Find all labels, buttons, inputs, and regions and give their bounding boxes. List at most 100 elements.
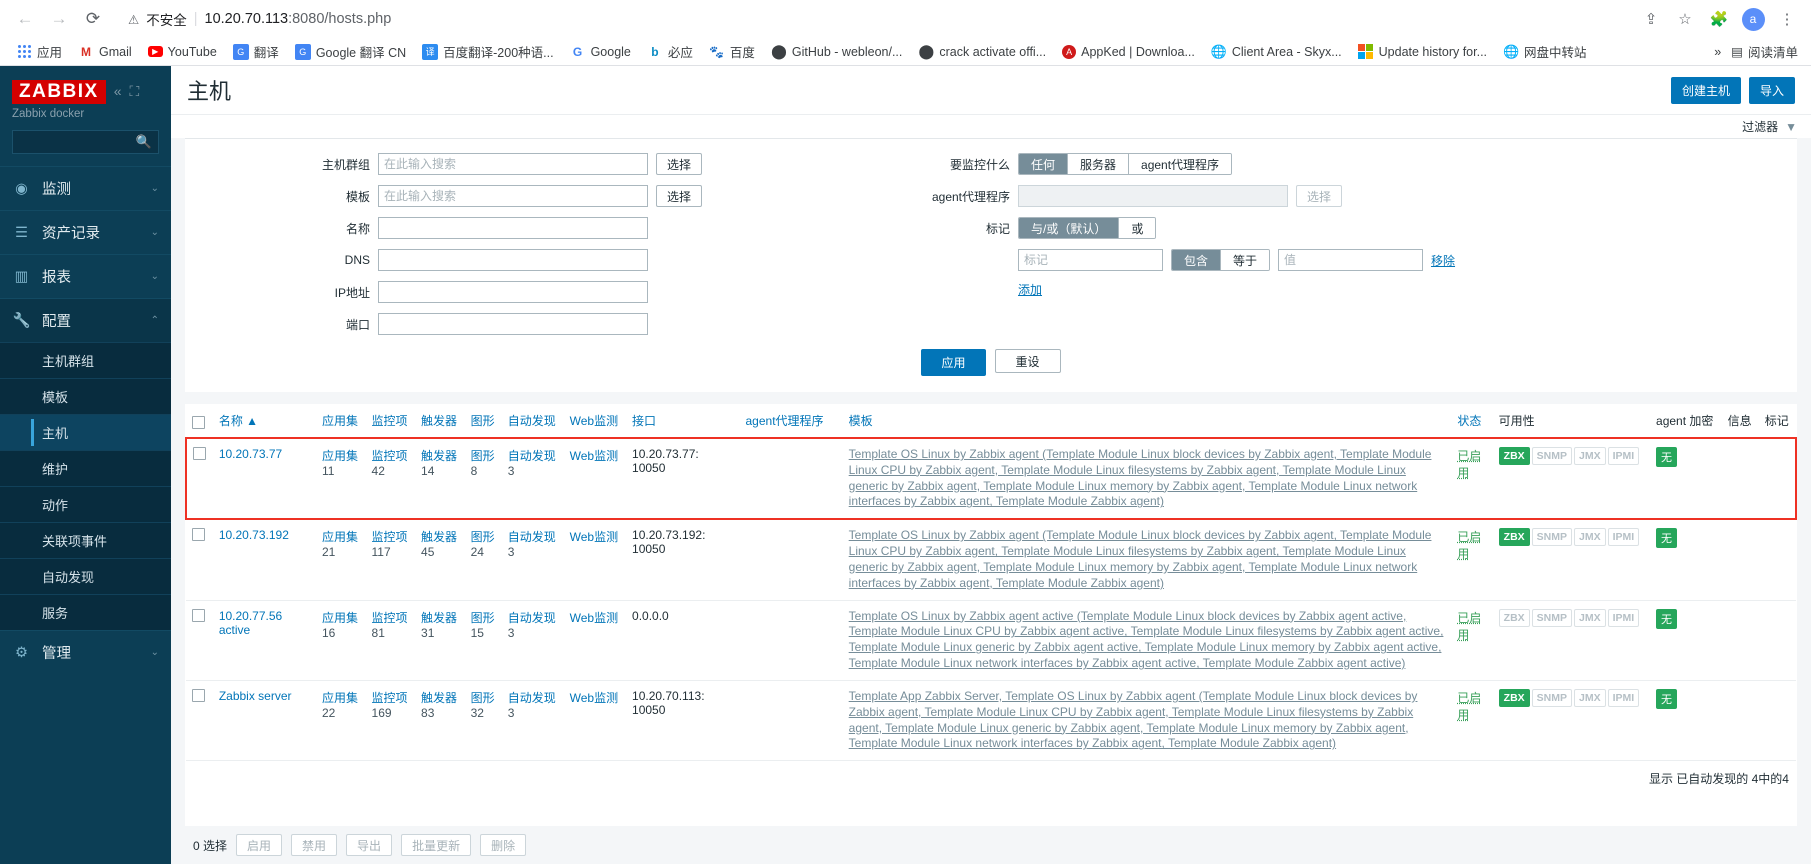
monitored-by-option-server[interactable]: 服务器 (1067, 154, 1129, 174)
sidebar-item-monitoring[interactable]: ◉ 监测 ⌄ (0, 166, 171, 210)
bookmark-bing[interactable]: b 必应 (640, 39, 700, 64)
ip-input[interactable] (378, 281, 648, 303)
sidebar-item-templates[interactable]: 模板 (0, 378, 171, 414)
zabbix-logo[interactable]: ZABBIX (12, 80, 106, 104)
status-badge[interactable]: 已启用 (1457, 611, 1481, 642)
bookmark-netdisk[interactable]: 🌐 网盘中转站 (1496, 39, 1594, 64)
tags-operator-or[interactable]: 或 (1118, 218, 1156, 238)
sidebar-item-host-groups[interactable]: 主机群组 (0, 342, 171, 378)
bookmark-baidu[interactable]: 🐾 百度 (702, 39, 762, 64)
web-link[interactable]: Web监测 (570, 691, 618, 705)
template-select-button[interactable]: 选择 (656, 185, 703, 207)
status-badge[interactable]: 已启用 (1457, 691, 1481, 722)
sidebar-item-discovery[interactable]: 自动发现 (0, 558, 171, 594)
availability-ipmi[interactable]: IPMI (1607, 447, 1640, 466)
web-link[interactable]: Web监测 (570, 611, 618, 625)
templates-text[interactable]: Template OS Linux by Zabbix agent active… (849, 609, 1444, 670)
host-name-link[interactable]: 10.20.77.56 active (219, 609, 282, 637)
reading-list-button[interactable]: ▤ 阅读清单 (1731, 42, 1798, 61)
tags-operator-andor[interactable]: 与/或（默认） (1019, 218, 1119, 238)
availability-jmx[interactable]: JMX (1574, 608, 1606, 627)
table-row[interactable]: Zabbix server 应用集 22 监控项 169 触发器 83 图形 3… (186, 680, 1796, 762)
discovery-link[interactable]: 自动发现 (508, 611, 556, 625)
search-input[interactable] (19, 134, 136, 150)
templates-text[interactable]: Template OS Linux by Zabbix agent (Templ… (849, 447, 1432, 508)
import-button[interactable]: 导入 (1748, 76, 1795, 104)
funnel-icon[interactable]: ▼ (1785, 120, 1797, 134)
expand-sidebar-icon[interactable]: ⛶ (130, 83, 140, 100)
availability-jmx[interactable]: JMX (1574, 447, 1606, 466)
availability-snmp[interactable]: SNMP (1531, 447, 1572, 466)
triggers-link[interactable]: 触发器 (421, 449, 457, 463)
sidebar-item-configuration[interactable]: 🔧 配置 ⌃ (0, 298, 171, 342)
availability-ipmi[interactable]: IPMI (1607, 528, 1640, 547)
tag-add-link[interactable]: 添加 (1018, 281, 1042, 298)
status-badge[interactable]: 已启用 (1457, 530, 1481, 561)
triggers-link[interactable]: 触发器 (421, 611, 457, 625)
monitored-by-option-any[interactable]: 任何 (1019, 154, 1068, 174)
puzzle-icon[interactable]: 🧩 (1705, 5, 1733, 33)
applications-link[interactable]: 应用集 (322, 611, 358, 625)
apply-button[interactable]: 应用 (921, 349, 986, 376)
row-checkbox[interactable] (192, 528, 205, 542)
bookmark-client-area[interactable]: 🌐 Client Area - Skyx... (1204, 41, 1349, 63)
bookmark-gmail[interactable]: M Gmail (71, 41, 139, 63)
templates-text[interactable]: Template OS Linux by Zabbix agent (Templ… (849, 528, 1432, 589)
sidebar-item-actions[interactable]: 动作 (0, 486, 171, 522)
filter-tab[interactable]: 过滤器 (1742, 118, 1778, 135)
monitored-by-option-proxy[interactable]: agent代理程序 (1128, 154, 1232, 174)
bookmarks-overflow-button[interactable]: » (1714, 45, 1721, 59)
bookmark-github-crack[interactable]: ⬤ crack activate offi... (911, 41, 1053, 63)
graphs-link[interactable]: 图形 (471, 530, 495, 544)
triggers-link[interactable]: 触发器 (421, 691, 457, 705)
port-input[interactable] (378, 313, 648, 335)
reload-icon[interactable]: ⟳ (78, 4, 108, 34)
table-row[interactable]: 10.20.77.56 active 应用集 16 监控项 81 触发器 31 … (186, 600, 1796, 681)
share-icon[interactable]: ⇪ (1637, 5, 1665, 33)
template-input[interactable] (378, 185, 648, 207)
sidebar-item-inventory[interactable]: ☰ 资产记录 ⌄ (0, 210, 171, 254)
discovery-link[interactable]: 自动发现 (508, 449, 556, 463)
enable-button[interactable]: 启用 (236, 834, 283, 856)
triggers-link[interactable]: 触发器 (421, 530, 457, 544)
status-badge[interactable]: 已启用 (1457, 449, 1481, 480)
dns-input[interactable] (378, 249, 648, 271)
graphs-link[interactable]: 图形 (471, 449, 495, 463)
bookmark-youtube[interactable]: ▶ YouTube (141, 42, 224, 62)
bookmark-apps[interactable]: 应用 (9, 39, 69, 64)
collapse-sidebar-icon[interactable]: « (114, 83, 122, 99)
delete-button[interactable]: 删除 (480, 834, 527, 856)
applications-link[interactable]: 应用集 (322, 449, 358, 463)
tag-name-input[interactable] (1018, 249, 1163, 271)
host-name-link[interactable]: 10.20.73.77 (219, 447, 282, 461)
discovery-link[interactable]: 自动发现 (508, 530, 556, 544)
availability-snmp[interactable]: SNMP (1531, 608, 1572, 627)
items-link[interactable]: 监控项 (372, 611, 408, 625)
bookmark-google-translate-cn[interactable]: G Google 翻译 CN (288, 39, 413, 64)
items-link[interactable]: 监控项 (372, 691, 408, 705)
host-group-input[interactable] (378, 153, 648, 175)
export-button[interactable]: 导出 (346, 834, 393, 856)
row-checkbox[interactable] (192, 608, 205, 622)
availability-ipmi[interactable]: IPMI (1607, 688, 1640, 707)
search-icon[interactable]: 🔍 (136, 134, 152, 150)
select-all-checkbox[interactable] (192, 416, 205, 429)
sidebar-item-services[interactable]: 服务 (0, 594, 171, 630)
avatar[interactable]: a (1739, 5, 1767, 33)
col-status[interactable]: 状态 (1451, 404, 1493, 439)
availability-snmp[interactable]: SNMP (1531, 528, 1572, 547)
name-input[interactable] (378, 217, 648, 239)
tag-match-equals[interactable]: 等于 (1220, 250, 1270, 270)
web-link[interactable]: Web监测 (570, 530, 618, 544)
reset-button[interactable]: 重设 (994, 349, 1061, 373)
host-name-link[interactable]: Zabbix server (219, 689, 292, 703)
items-link[interactable]: 监控项 (372, 449, 408, 463)
tag-match-contains[interactable]: 包含 (1172, 250, 1221, 270)
applications-link[interactable]: 应用集 (322, 691, 358, 705)
availability-snmp[interactable]: SNMP (1531, 688, 1572, 707)
table-row[interactable]: 10.20.73.192 应用集 21 监控项 117 触发器 45 图形 24… (186, 519, 1796, 601)
sidebar-item-hosts[interactable]: 主机 (0, 414, 171, 450)
availability-zbx[interactable]: ZBX (1498, 688, 1530, 707)
disable-button[interactable]: 禁用 (291, 834, 338, 856)
availability-zbx[interactable]: ZBX (1498, 528, 1530, 547)
